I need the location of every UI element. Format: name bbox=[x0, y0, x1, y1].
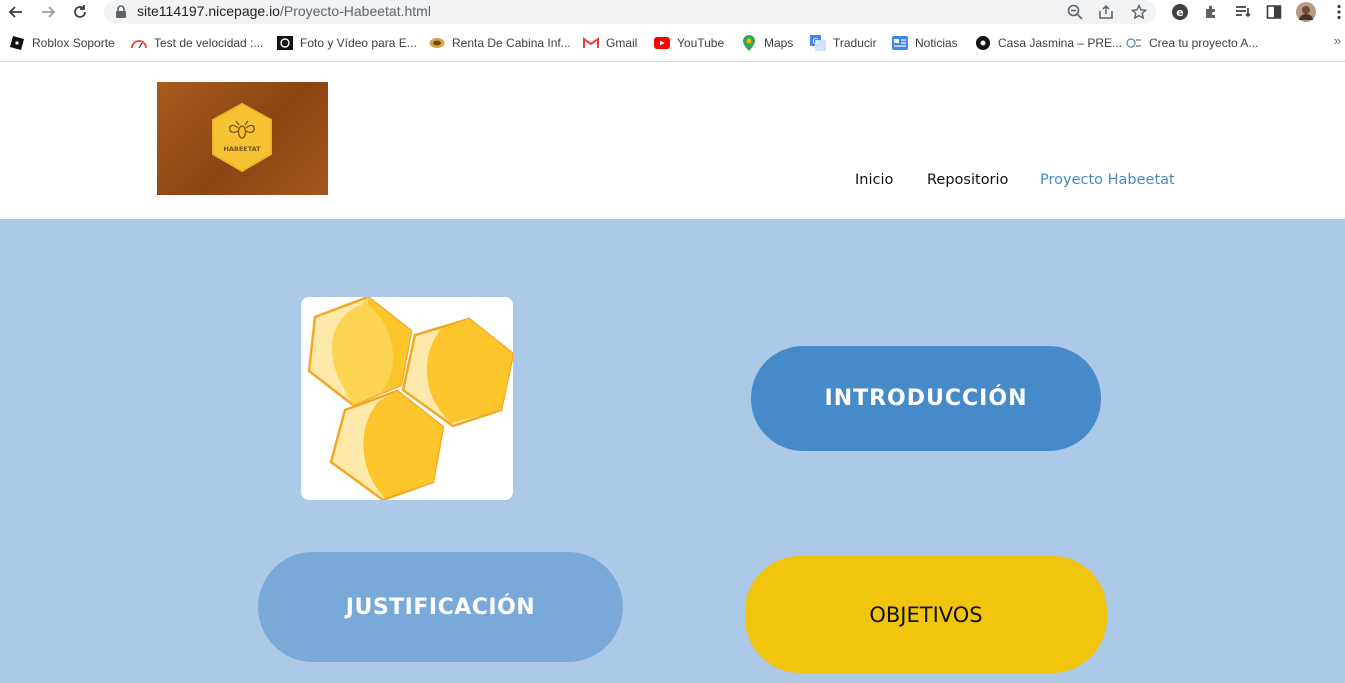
bookmarks-bar: Roblox Soporte Test de velocidad :... Fo… bbox=[0, 30, 1345, 56]
bookmark-photo-video[interactable]: Foto y Vídeo para E... bbox=[277, 34, 417, 52]
objetivos-label: OBJETIVOS bbox=[869, 602, 983, 627]
bookmark-speedtest[interactable]: Test de velocidad :... bbox=[131, 34, 263, 52]
youtube-icon bbox=[654, 35, 670, 51]
site-header: HABEETAT Inicio Repositorio Proyecto Hab… bbox=[0, 62, 1345, 219]
bookmark-label: Renta De Cabina Inf... bbox=[452, 36, 571, 50]
profile-avatar[interactable] bbox=[1296, 2, 1316, 22]
bookmark-label: Casa Jasmina – PRE... bbox=[998, 36, 1123, 50]
nav-repositorio[interactable]: Repositorio bbox=[927, 172, 1008, 188]
bookmark-label: Test de velocidad :... bbox=[154, 36, 264, 50]
justificacion-button[interactable]: JUSTIFICACIÓN bbox=[258, 552, 623, 662]
introduccion-label: INTRODUCCIÓN bbox=[824, 386, 1028, 411]
project-icon bbox=[1126, 35, 1142, 51]
justificacion-label: JUSTIFICACIÓN bbox=[345, 594, 536, 620]
bookmark-label: Gmail bbox=[606, 36, 638, 50]
svg-text:G: G bbox=[812, 37, 818, 46]
bookmark-label: Foto y Vídeo para E... bbox=[300, 36, 417, 50]
bookmark-label: Traducir bbox=[833, 36, 877, 50]
maps-icon bbox=[741, 35, 757, 51]
nav-inicio[interactable]: Inicio bbox=[855, 172, 893, 188]
habeetat-logo-icon: HABEETAT bbox=[212, 102, 272, 173]
gmail-icon bbox=[583, 35, 599, 51]
extension-e-icon[interactable]: e bbox=[1170, 2, 1190, 22]
url-text[interactable]: site114197.nicepage.io/Proyecto-Habeetat… bbox=[137, 3, 431, 19]
bookmark-label: Noticias bbox=[915, 36, 958, 50]
menu-kebab-icon[interactable] bbox=[1329, 2, 1345, 22]
cabin-icon bbox=[429, 35, 445, 51]
logo-text: HABEETAT bbox=[223, 145, 261, 153]
introduccion-button[interactable]: INTRODUCCIÓN bbox=[751, 346, 1101, 451]
bookmark-translate[interactable]: G Traducir bbox=[810, 34, 877, 52]
zoom-icon[interactable] bbox=[1066, 3, 1084, 21]
roblox-icon bbox=[9, 35, 25, 51]
share-icon[interactable] bbox=[1097, 3, 1115, 21]
casa-jasmina-icon bbox=[975, 35, 991, 51]
extensions-puzzle-icon[interactable] bbox=[1201, 2, 1221, 22]
reading-list-icon[interactable] bbox=[1233, 2, 1253, 22]
bookmark-cabin[interactable]: Renta De Cabina Inf... bbox=[429, 34, 571, 52]
honeycomb-icon bbox=[307, 297, 513, 500]
photo-video-icon bbox=[277, 35, 293, 51]
news-icon bbox=[892, 35, 908, 51]
forward-arrow-icon[interactable] bbox=[38, 2, 58, 22]
bookmark-label: Maps bbox=[764, 36, 794, 50]
bookmark-label: Roblox Soporte bbox=[32, 36, 115, 50]
bookmark-casa-jasmina[interactable]: Casa Jasmina – PRE... bbox=[975, 34, 1122, 52]
bookmark-news[interactable]: Noticias bbox=[892, 34, 958, 52]
bookmark-maps[interactable]: Maps bbox=[741, 34, 793, 52]
translate-icon: G bbox=[810, 35, 826, 51]
nav-proyecto-habeetat[interactable]: Proyecto Habeetat bbox=[1040, 172, 1175, 188]
lock-icon[interactable] bbox=[112, 3, 130, 21]
honeycomb-image bbox=[301, 297, 513, 500]
main-section: INTRODUCCIÓN JUSTIFICACIÓN OBJETIVOS bbox=[0, 219, 1345, 683]
bookmark-youtube[interactable]: YouTube bbox=[654, 34, 724, 52]
address-bar[interactable]: site114197.nicepage.io/Proyecto-Habeetat… bbox=[104, 0, 1156, 24]
bookmark-project[interactable]: Crea tu proyecto A... bbox=[1126, 34, 1258, 52]
side-panel-icon[interactable] bbox=[1264, 2, 1284, 22]
back-arrow-icon[interactable] bbox=[6, 2, 26, 22]
reload-icon[interactable] bbox=[70, 2, 90, 22]
speedtest-icon bbox=[131, 35, 147, 51]
svg-text:e: e bbox=[1176, 6, 1183, 19]
bookmark-label: YouTube bbox=[677, 36, 725, 50]
bookmark-roblox[interactable]: Roblox Soporte bbox=[9, 34, 115, 52]
site-logo[interactable]: HABEETAT bbox=[157, 82, 328, 195]
bookmark-label: Crea tu proyecto A... bbox=[1149, 36, 1259, 50]
objetivos-button[interactable]: OBJETIVOS bbox=[745, 556, 1107, 673]
bookmark-star-icon[interactable] bbox=[1130, 3, 1148, 21]
bookmarks-overflow-button[interactable]: » bbox=[1334, 33, 1341, 48]
bookmark-gmail[interactable]: Gmail bbox=[583, 34, 637, 52]
browser-toolbar: site114197.nicepage.io/Proyecto-Habeetat… bbox=[0, 0, 1345, 24]
